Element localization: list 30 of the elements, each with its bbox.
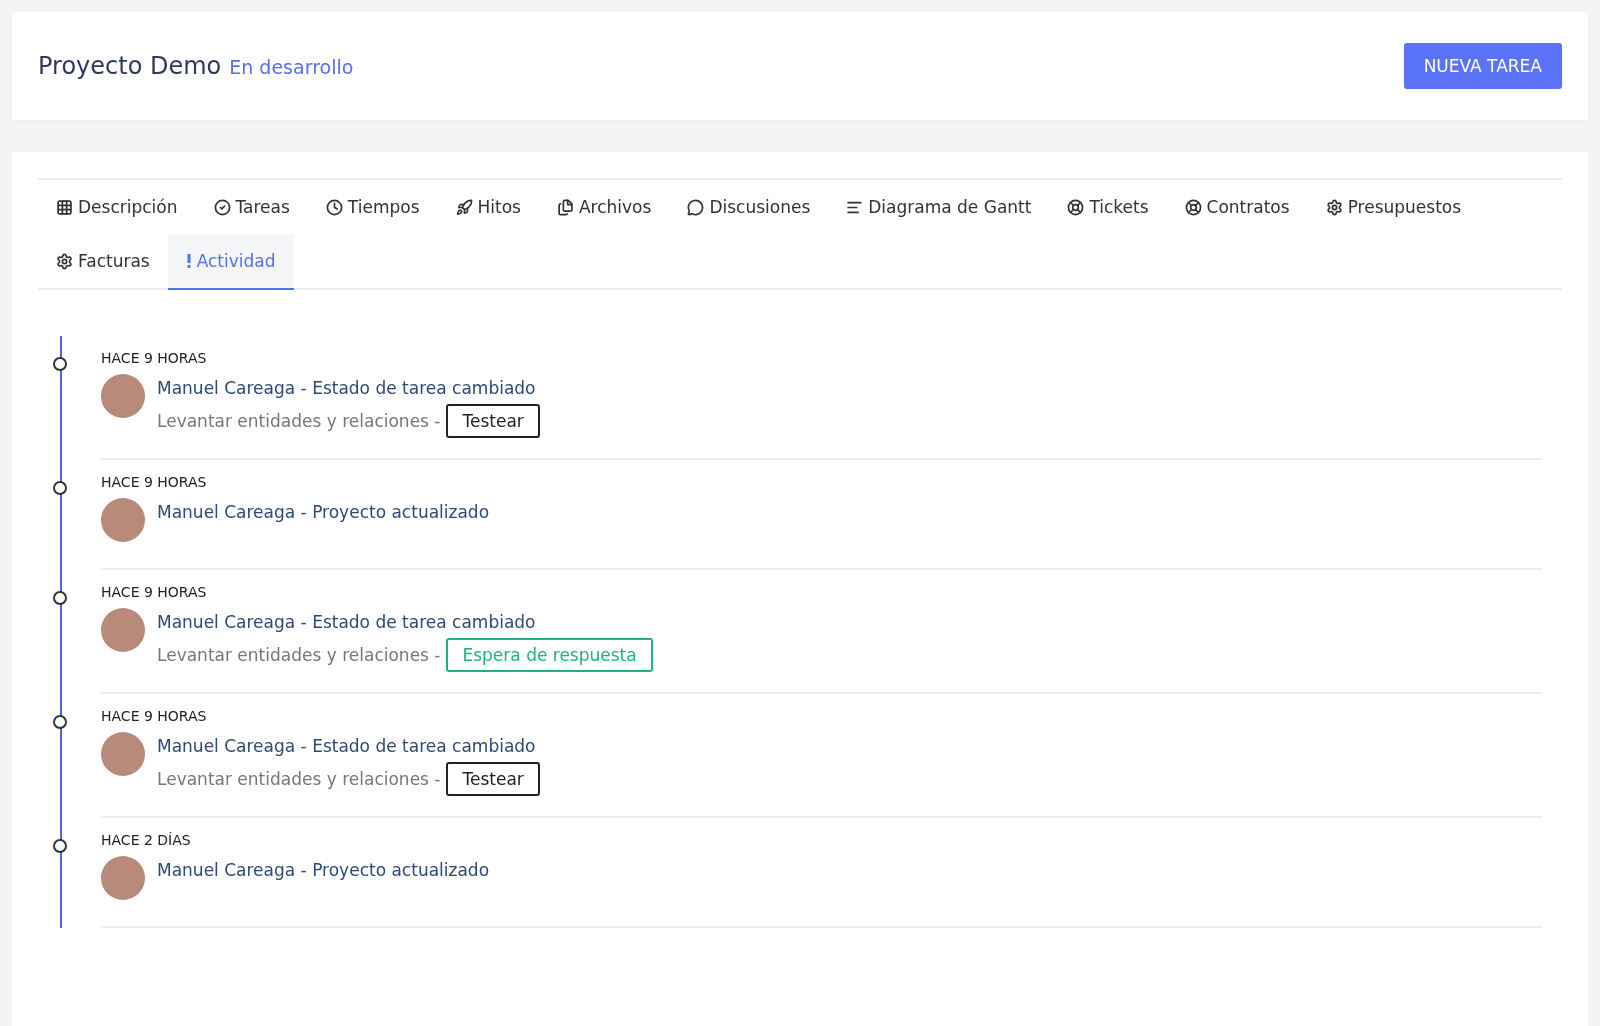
activity-time: HACE 9 HORAS xyxy=(101,584,208,600)
tab[interactable]: Hitos xyxy=(437,180,539,236)
activity-time: HACE 9 HORAS xyxy=(101,474,208,490)
tab[interactable]: Tickets xyxy=(1049,180,1167,236)
activity-detail: Levantar entidades y relaciones - xyxy=(157,769,441,789)
status-tag: Testear xyxy=(446,404,540,438)
new-task-button[interactable]: NUEVA TAREA xyxy=(1403,43,1562,89)
activity-time: HACE 2 DÍAS xyxy=(101,832,192,848)
tab[interactable]: Facturas xyxy=(38,234,168,290)
status-tag: Testear xyxy=(446,762,540,796)
activity-detail: Levantar entidades y relaciones - xyxy=(157,645,441,665)
activity-title: Manuel Careaga - Proyecto actualizado xyxy=(157,502,490,522)
tab[interactable]: Discusiones xyxy=(669,180,829,236)
tab[interactable]: Diagrama de Gantt xyxy=(828,180,1050,236)
activity-title: Manuel Careaga - Estado de tarea cambiado xyxy=(157,736,537,756)
activity-title: Manuel Careaga - Proyecto actualizado xyxy=(157,860,490,880)
project-status: En desarrollo xyxy=(229,56,354,78)
activity-detail: Levantar entidades y relaciones - xyxy=(157,411,441,431)
tab[interactable]: Presupuestos xyxy=(1307,180,1480,236)
tab[interactable]: Contratos xyxy=(1166,180,1308,236)
tab[interactable]: Actividad xyxy=(167,234,294,290)
tab[interactable]: Tareas xyxy=(195,180,308,236)
tab[interactable]: Tiempos xyxy=(307,180,438,236)
status-tag: Espera de respuesta xyxy=(446,638,653,672)
project-title: Proyecto Demo xyxy=(38,52,222,80)
activity-title: Manuel Careaga - Estado de tarea cambiado xyxy=(157,378,537,398)
activity-time: HACE 9 HORAS xyxy=(101,350,208,366)
activity-time: HACE 9 HORAS xyxy=(101,708,208,724)
tab[interactable]: Archivos xyxy=(538,180,670,236)
activity-title: Manuel Careaga - Estado de tarea cambiado xyxy=(157,612,537,632)
